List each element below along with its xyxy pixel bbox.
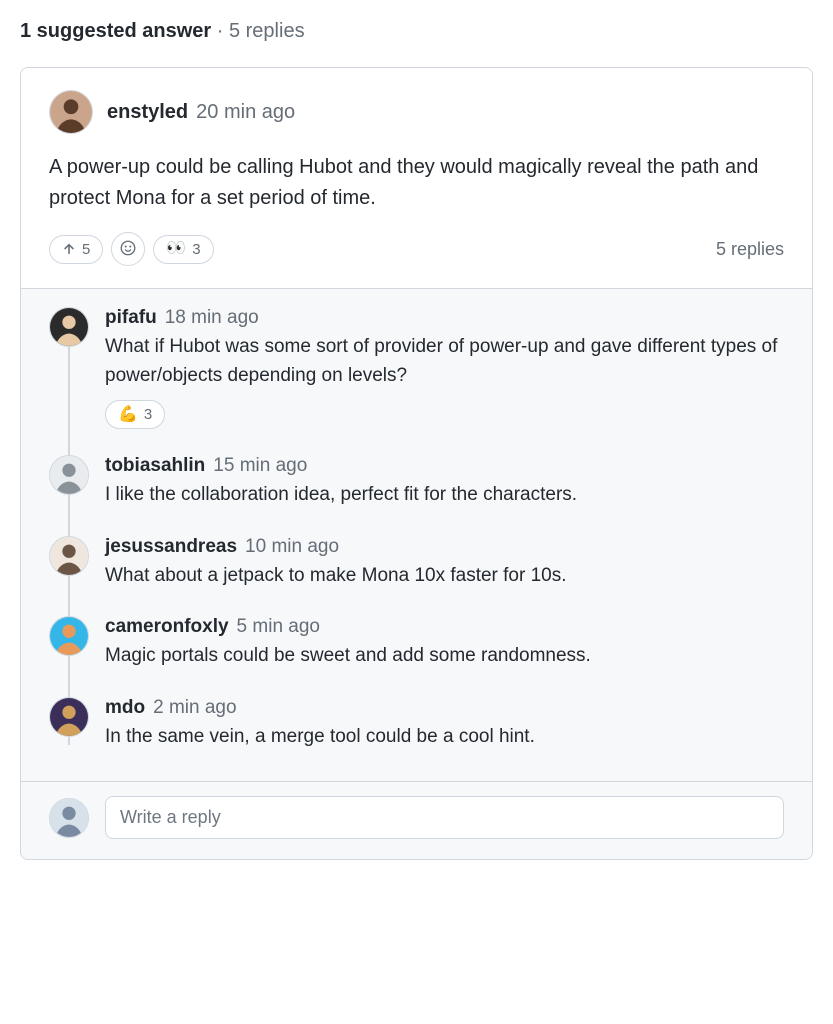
suggested-answers-count: 1 suggested answer — [20, 20, 211, 42]
reply-author[interactable]: mdo — [105, 697, 145, 719]
summary-reply-count: 5 replies — [229, 20, 305, 42]
add-reaction-button[interactable] — [111, 232, 145, 266]
avatar[interactable] — [49, 90, 93, 134]
avatar[interactable] — [49, 307, 89, 347]
reply-box-section — [21, 781, 812, 859]
reply-time: 10 min ago — [245, 536, 339, 558]
reply-count-link[interactable]: 5 replies — [716, 239, 784, 260]
reply-author[interactable]: pifafu — [105, 307, 157, 329]
reply-item: cameronfoxly 5 min ago Magic portals could… — [49, 616, 784, 671]
eyes-reaction-button[interactable]: 👀 3 — [153, 235, 213, 264]
reply-time: 18 min ago — [165, 307, 259, 329]
answer-header: enstyled 20 min ago — [49, 90, 784, 134]
upvote-button[interactable]: 5 — [49, 235, 103, 264]
answer-author[interactable]: enstyled — [107, 101, 188, 124]
reply-time: 15 min ago — [213, 455, 307, 477]
answer-block: enstyled 20 min ago A power-up could be … — [21, 68, 812, 288]
reply-text: What about a jetpack to make Mona 10x fa… — [105, 562, 784, 591]
reply-author[interactable]: jesussandreas — [105, 536, 237, 558]
reaction-row: 5 👀 3 5 replies — [49, 232, 784, 266]
reply-item: mdo 2 min ago In the same vein, a merge to… — [49, 697, 784, 752]
thread-card: enstyled 20 min ago A power-up could be … — [20, 67, 813, 860]
reply-text: In the same vein, a merge tool could be … — [105, 723, 784, 752]
reply-time: 5 min ago — [237, 616, 320, 638]
reply-item: pifafu 18 min ago What if Hubot was some s… — [49, 307, 784, 429]
upvote-count: 5 — [82, 241, 90, 258]
reply-item: tobiasahlin 15 min ago I like the collabor… — [49, 455, 784, 510]
avatar[interactable] — [49, 697, 89, 737]
summary-separator: · — [211, 20, 229, 42]
answer-body: A power-up could be calling Hubot and th… — [49, 152, 784, 214]
reply-author[interactable]: cameronfoxly — [105, 616, 229, 638]
thread-summary: 1 suggested answer · 5 replies — [20, 20, 813, 43]
reply-text: I like the collaboration idea, perfect f… — [105, 481, 784, 510]
eyes-reaction-count: 3 — [192, 241, 200, 258]
smiley-icon — [119, 239, 137, 260]
reply-text: What if Hubot was some sort of provider … — [105, 333, 784, 390]
reply-text: Magic portals could be sweet and add som… — [105, 642, 784, 671]
flex-icon: 💪 — [118, 407, 138, 423]
reply-author[interactable]: tobiasahlin — [105, 455, 205, 477]
reaction-count: 3 — [144, 406, 152, 423]
reply-time: 2 min ago — [153, 697, 236, 719]
replies-section: pifafu 18 min ago What if Hubot was some s… — [21, 288, 812, 781]
eyes-icon: 👀 — [166, 241, 186, 257]
avatar[interactable] — [49, 798, 89, 838]
avatar[interactable] — [49, 455, 89, 495]
avatar[interactable] — [49, 536, 89, 576]
reply-input[interactable] — [105, 796, 784, 839]
flex-reaction-button[interactable]: 💪3 — [105, 400, 165, 429]
reply-item: jesussandreas 10 min ago What about a jetp… — [49, 536, 784, 591]
arrow-up-icon — [62, 242, 76, 256]
avatar[interactable] — [49, 616, 89, 656]
answer-time: 20 min ago — [196, 101, 295, 124]
